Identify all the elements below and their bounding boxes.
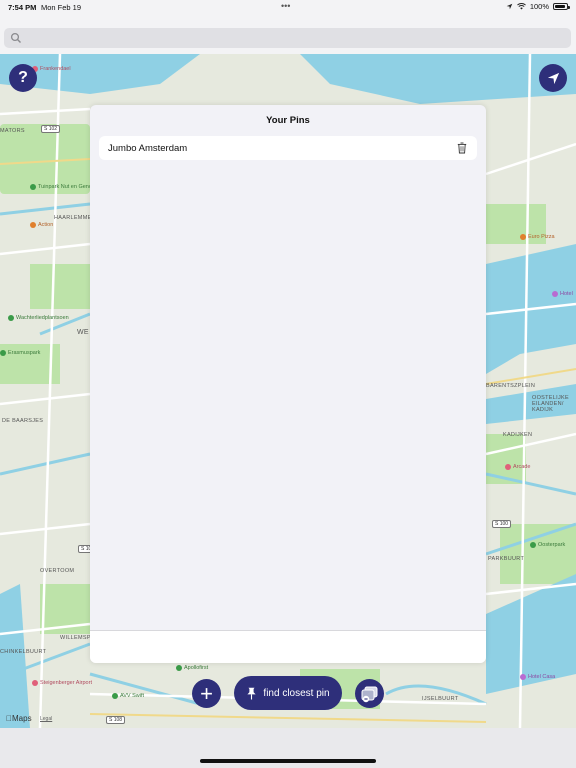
- status-time: 7:54 PM: [8, 3, 37, 12]
- find-closest-pin-button[interactable]: find closest pin: [234, 676, 342, 710]
- help-button[interactable]: ?: [9, 64, 37, 92]
- add-pin-button[interactable]: +: [192, 679, 221, 708]
- apple-maps-logo: Maps: [6, 714, 32, 723]
- poi-dot-icon: [0, 350, 6, 356]
- map-poi[interactable]: Hotel Casa: [520, 674, 555, 680]
- map-district-label: PARKBUURT: [488, 556, 525, 562]
- trash-icon[interactable]: [457, 142, 467, 154]
- map-layers-icon: [361, 686, 377, 702]
- search-bar[interactable]: [4, 28, 571, 48]
- map-poi[interactable]: Wachterliedplantsoen: [8, 315, 69, 321]
- map-district-label: BARENTSZPLEIN: [486, 383, 536, 389]
- battery-percent: 100%: [529, 2, 549, 11]
- location-arrow-icon: [547, 72, 559, 84]
- map-layers-button[interactable]: [355, 679, 384, 708]
- pin-list-item[interactable]: Jumbo Amsterdam: [99, 136, 477, 160]
- search-area: [0, 14, 576, 54]
- map-district-label: CHINKELBUURT: [0, 649, 47, 655]
- map-poi[interactable]: Euro Pizza: [520, 234, 555, 240]
- map-district-label: OOSTELIJKE EILANDEN/ KADIJK: [532, 395, 569, 413]
- location-arrow-icon: [506, 3, 513, 10]
- poi-dot-icon: [505, 464, 511, 470]
- legal-link[interactable]: Legal: [40, 716, 52, 722]
- search-icon: [10, 32, 21, 43]
- map-poi[interactable]: Hotel: [552, 291, 573, 297]
- map-poi[interactable]: Arcade: [505, 464, 530, 470]
- status-bar: 7:54 PM Mon Feb 19 ••• 100%: [0, 0, 576, 14]
- sheet-title: Your Pins: [266, 115, 310, 126]
- plus-icon: +: [200, 680, 213, 706]
- poi-dot-icon: [530, 542, 536, 548]
- map-poi[interactable]: Erasmuspark: [0, 350, 40, 356]
- multitasking-dots-icon[interactable]: •••: [281, 1, 290, 11]
- map-district-label: OVERTOOM: [40, 568, 75, 574]
- map-poi[interactable]: Apollofirst: [176, 665, 208, 671]
- sheet-footer: [90, 630, 486, 663]
- pins-sheet: Your Pins Jumbo Amsterdam: [90, 105, 486, 663]
- poi-dot-icon: [552, 291, 558, 297]
- map-poi[interactable]: Action: [30, 222, 53, 228]
- pushpin-icon: [247, 687, 257, 699]
- poi-dot-icon: [176, 665, 182, 671]
- poi-dot-icon: [112, 693, 118, 699]
- map-poi[interactable]: Steigenberger Airport: [32, 680, 92, 686]
- status-date: Mon Feb 19: [41, 3, 82, 12]
- find-closest-label: find closest pin: [263, 687, 330, 699]
- poi-dot-icon: [520, 234, 526, 240]
- poi-dot-icon: [520, 674, 526, 680]
- status-right: 100%: [506, 2, 570, 11]
- search-input[interactable]: [24, 28, 554, 48]
- map-poi[interactable]: AVV Swift: [112, 693, 144, 699]
- map-district-label: WILLEMSP: [60, 635, 91, 641]
- current-location-button[interactable]: [539, 64, 567, 92]
- map-district-label: WE: [77, 329, 89, 336]
- map-district-label: MATORS: [0, 128, 25, 134]
- map-district-label: DE BAARSJES: [2, 418, 44, 424]
- map-poi[interactable]: Oosterpark: [530, 542, 565, 548]
- road-badge: S 108: [106, 716, 126, 724]
- poi-dot-icon: [8, 315, 14, 321]
- map-poi[interactable]: Frankendael: [32, 66, 71, 72]
- road-badge: S 102: [41, 125, 61, 133]
- question-mark-icon: ?: [18, 69, 28, 86]
- poi-dot-icon: [30, 222, 36, 228]
- poi-dot-icon: [30, 184, 36, 190]
- map-district-label: KADIJKEN: [503, 432, 533, 438]
- poi-dot-icon: [32, 680, 38, 686]
- wifi-icon: [516, 3, 526, 10]
- map-district-label: IJSELBUURT: [422, 696, 459, 702]
- battery-icon: [553, 3, 570, 10]
- home-indicator[interactable]: [200, 759, 376, 763]
- pin-name: Jumbo Amsterdam: [108, 143, 188, 154]
- road-badge: S 100: [492, 520, 512, 528]
